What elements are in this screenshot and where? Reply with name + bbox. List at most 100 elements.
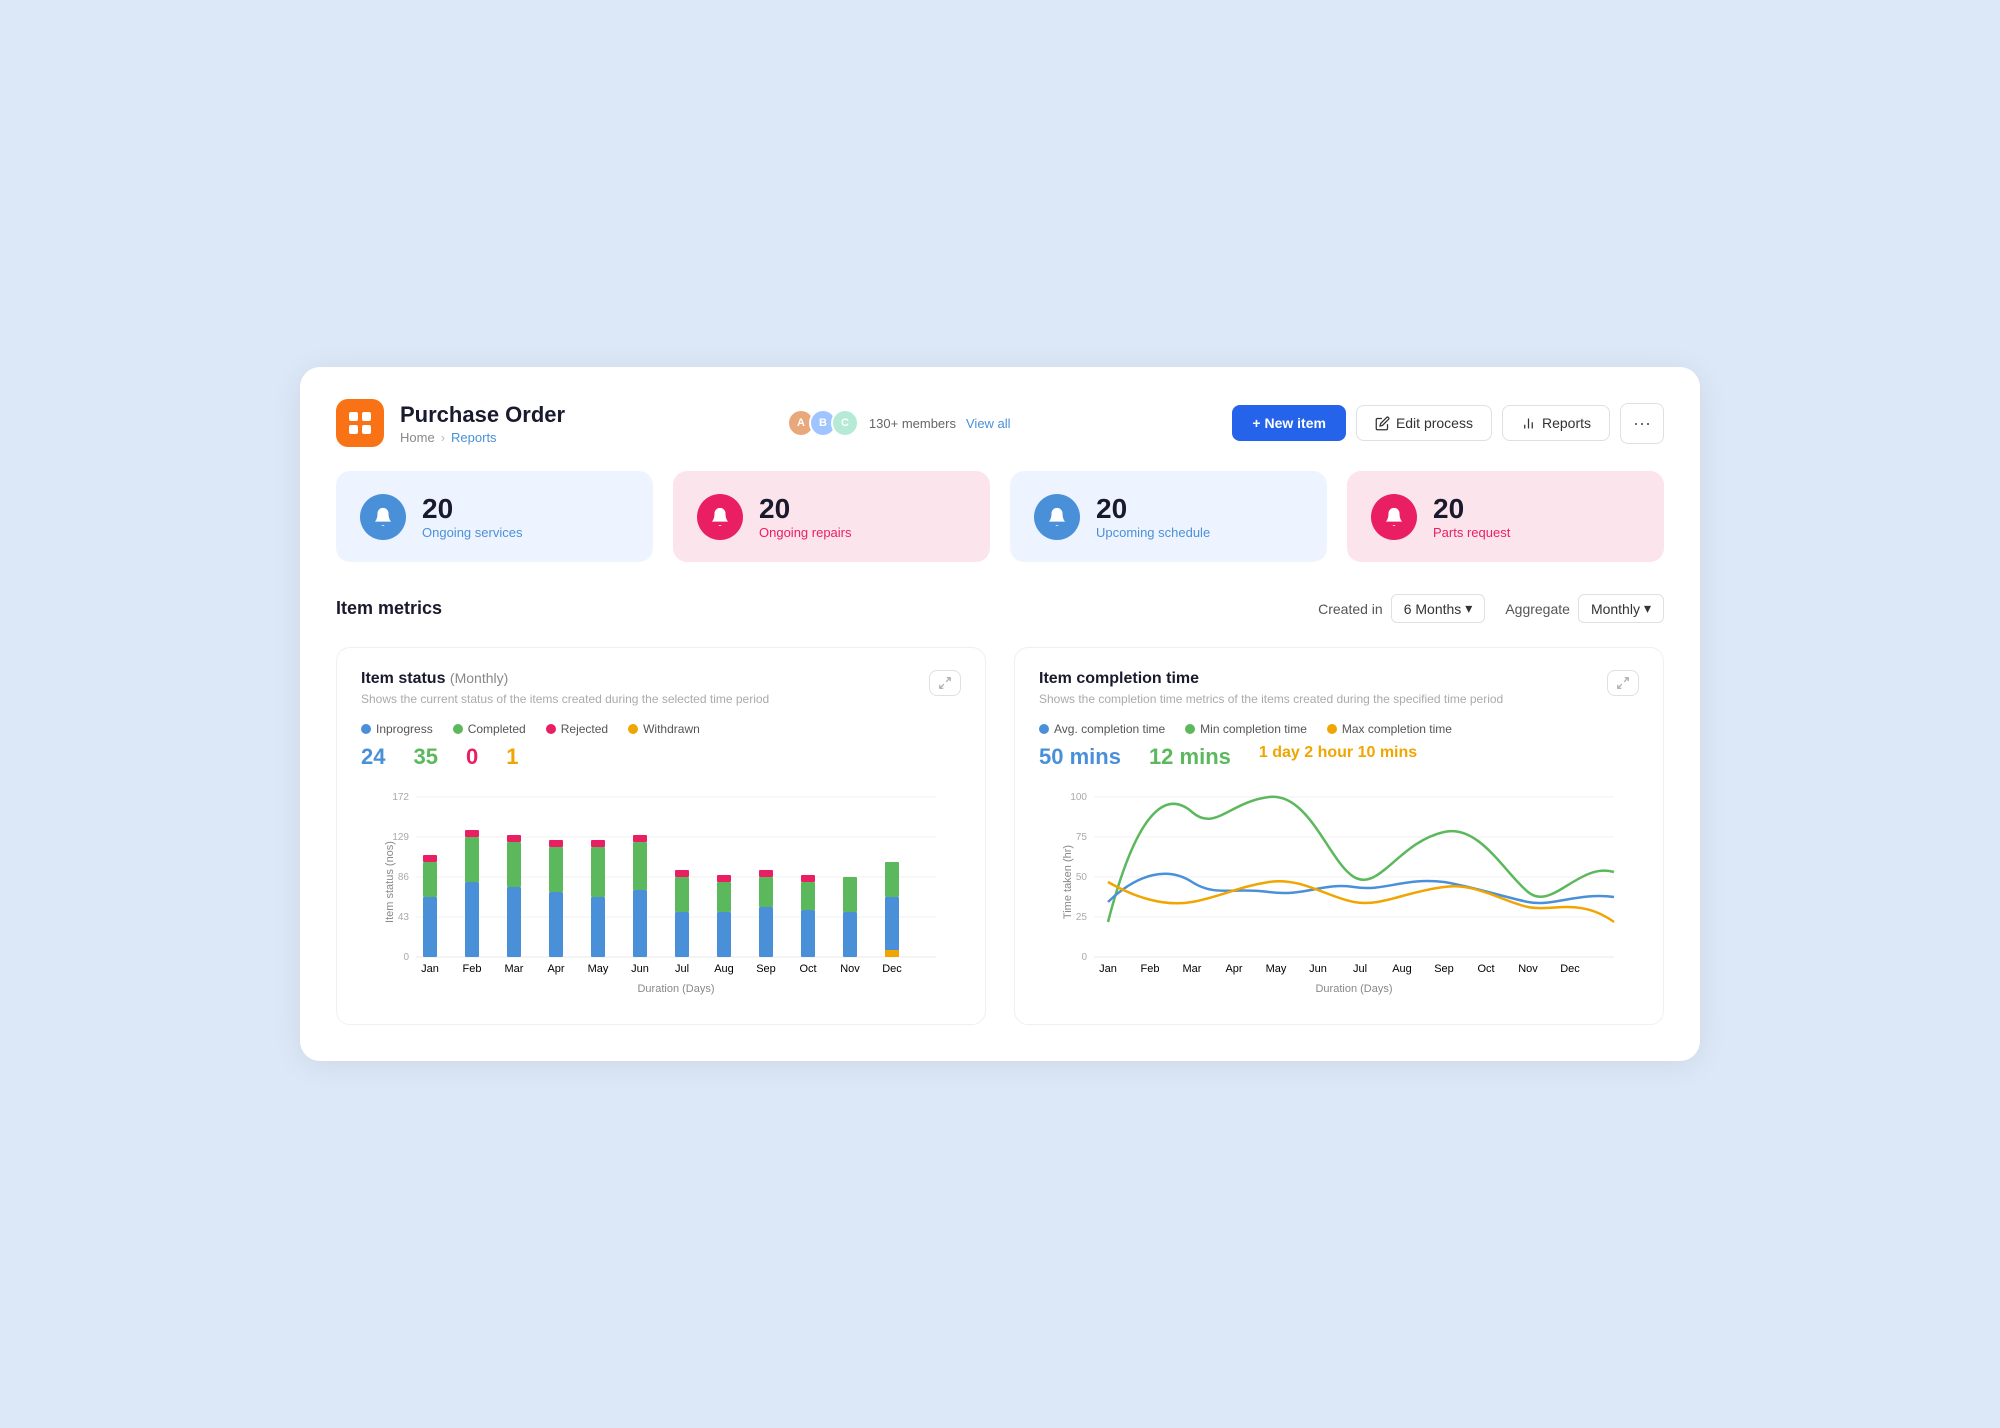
svg-text:Oct: Oct — [799, 963, 816, 975]
stat-label-1: Ongoing services — [422, 525, 522, 540]
main-card: Purchase Order Home › Reports A B C 130+… — [300, 367, 1700, 1061]
app-title: Purchase Order — [400, 402, 565, 428]
stat-icon-bell-3 — [1034, 494, 1080, 540]
svg-text:172: 172 — [392, 792, 409, 803]
svg-text:Oct: Oct — [1477, 963, 1494, 975]
svg-text:Jul: Jul — [675, 963, 689, 975]
svg-text:Duration (Days): Duration (Days) — [1315, 983, 1392, 995]
legend-min: Min completion time — [1185, 722, 1307, 736]
new-item-button[interactable]: + New item — [1232, 405, 1346, 441]
svg-text:Time taken (hr): Time taken (hr) — [1062, 845, 1074, 919]
item-status-values: 24 35 0 1 — [361, 744, 961, 770]
svg-text:Jan: Jan — [1099, 963, 1117, 975]
svg-text:Aug: Aug — [1392, 963, 1412, 975]
completion-expand-button[interactable] — [1607, 670, 1639, 696]
legend-max: Max completion time — [1327, 722, 1452, 736]
stat-card-ongoing-services: 20 Ongoing services — [336, 471, 653, 562]
svg-text:Jun: Jun — [631, 963, 649, 975]
completion-line-chart: 100 75 50 25 0 Time taken (hr) — [1039, 782, 1639, 1002]
legend-label-rejected: Rejected — [561, 722, 608, 736]
svg-text:100: 100 — [1070, 792, 1087, 803]
reports-button[interactable]: Reports — [1502, 405, 1610, 441]
svg-text:0: 0 — [1081, 952, 1087, 963]
breadcrumb-active: Reports — [451, 430, 497, 445]
legend-label-completed: Completed — [468, 722, 526, 736]
legend-dot-avg — [1039, 724, 1049, 734]
edit-process-label: Edit process — [1396, 415, 1473, 431]
aggregate-control: Aggregate Monthly ▾ — [1505, 594, 1664, 623]
item-status-bar-chart: 172 129 86 43 0 Item status (nos) — [361, 782, 961, 1002]
legend-dot-min — [1185, 724, 1195, 734]
stat-info-1: 20 Ongoing services — [422, 493, 522, 540]
svg-text:Sep: Sep — [756, 963, 776, 975]
legend-inprogress: Inprogress — [361, 722, 433, 736]
stat-val-max: 1 day 2 hour 10 mins — [1259, 744, 1417, 770]
svg-text:Nov: Nov — [1518, 963, 1538, 975]
created-in-label: Created in — [1318, 601, 1383, 617]
completion-time-desc: Shows the completion time metrics of the… — [1039, 692, 1503, 706]
svg-text:86: 86 — [398, 872, 410, 883]
avatar-3: C — [831, 409, 859, 437]
item-status-desc: Shows the current status of the items cr… — [361, 692, 769, 706]
chevron-down-icon: ▾ — [1465, 600, 1472, 617]
stat-val-num-withdrawn: 1 — [506, 744, 518, 770]
legend-dot-completed — [453, 724, 463, 734]
stat-card-ongoing-repairs: 20 Ongoing repairs — [673, 471, 990, 562]
stat-val-num-rejected: 0 — [466, 744, 478, 770]
stat-label-3: Upcoming schedule — [1096, 525, 1210, 540]
header: Purchase Order Home › Reports A B C 130+… — [336, 399, 1664, 447]
item-status-period: (Monthly) — [450, 670, 508, 686]
item-status-chart-card: Item status (Monthly) Shows the current … — [336, 647, 986, 1025]
stat-val-inprogress: 24 — [361, 744, 385, 770]
stat-num-3: 20 — [1096, 493, 1210, 525]
legend-dot-rejected — [546, 724, 556, 734]
legend-label-withdrawn: Withdrawn — [643, 722, 700, 736]
created-in-value: 6 Months — [1404, 601, 1462, 617]
legend-label-avg: Avg. completion time — [1054, 722, 1165, 736]
completion-legend: Avg. completion time Min completion time… — [1039, 722, 1639, 736]
stat-icon-bell-2 — [697, 494, 743, 540]
charts-row: Item status (Monthly) Shows the current … — [336, 647, 1664, 1025]
svg-text:Apr: Apr — [547, 963, 564, 975]
stat-val-withdrawn: 1 — [506, 744, 518, 770]
svg-text:Dec: Dec — [1560, 963, 1580, 975]
stats-row: 20 Ongoing services 20 Ongoing repairs — [336, 471, 1664, 562]
breadcrumb: Home › Reports — [400, 430, 565, 445]
legend-label-inprogress: Inprogress — [376, 722, 433, 736]
stat-info-4: 20 Parts request — [1433, 493, 1510, 540]
svg-text:43: 43 — [398, 912, 410, 923]
stat-val-num-avg: 50 mins — [1039, 744, 1121, 770]
legend-completed: Completed — [453, 722, 526, 736]
more-button[interactable]: ··· — [1620, 403, 1664, 444]
metrics-controls: Created in 6 Months ▾ Aggregate Monthly … — [1318, 594, 1664, 623]
aggregate-label: Aggregate — [1505, 601, 1570, 617]
svg-text:Nov: Nov — [840, 963, 860, 975]
svg-text:Sep: Sep — [1434, 963, 1454, 975]
created-in-control: Created in 6 Months ▾ — [1318, 594, 1485, 623]
svg-text:Feb: Feb — [1141, 963, 1160, 975]
legend-dot-withdrawn — [628, 724, 638, 734]
aggregate-select[interactable]: Monthly ▾ — [1578, 594, 1664, 623]
stat-val-rejected: 0 — [466, 744, 478, 770]
stat-val-num-inprogress: 24 — [361, 744, 385, 770]
svg-text:50: 50 — [1076, 872, 1088, 883]
svg-text:Apr: Apr — [1225, 963, 1242, 975]
svg-text:Item status (nos): Item status (nos) — [384, 841, 396, 923]
edit-process-button[interactable]: Edit process — [1356, 405, 1492, 441]
legend-withdrawn: Withdrawn — [628, 722, 700, 736]
svg-text:Jun: Jun — [1309, 963, 1327, 975]
aggregate-value: Monthly — [1591, 601, 1640, 617]
legend-label-min: Min completion time — [1200, 722, 1307, 736]
svg-text:Jan: Jan — [421, 963, 439, 975]
svg-text:May: May — [1266, 963, 1287, 975]
header-actions: + New item Edit process Reports ··· — [1232, 403, 1664, 444]
members-row: A B C 130+ members View all — [787, 409, 1011, 437]
stat-label-4: Parts request — [1433, 525, 1510, 540]
stat-icon-bell-4 — [1371, 494, 1417, 540]
breadcrumb-home[interactable]: Home — [400, 430, 435, 445]
view-all-link[interactable]: View all — [966, 416, 1011, 431]
header-left: Purchase Order Home › Reports — [336, 399, 565, 447]
breadcrumb-separator: › — [441, 430, 445, 445]
item-status-expand-button[interactable] — [929, 670, 961, 696]
created-in-select[interactable]: 6 Months ▾ — [1391, 594, 1486, 623]
